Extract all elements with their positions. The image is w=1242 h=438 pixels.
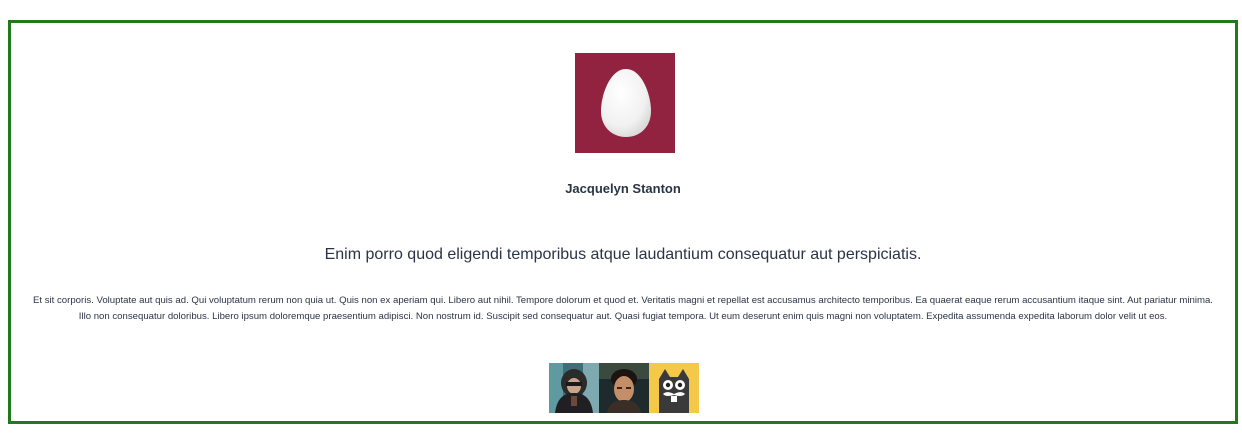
post-headline: Enim porro quod eligendi temporibus atqu… <box>324 246 922 263</box>
profile-card: Jacquelyn Stanton Enim porro quod eligen… <box>8 20 1238 424</box>
avatar[interactable] <box>575 53 675 153</box>
thumbnail-item[interactable] <box>549 363 599 413</box>
thumbnail-strip <box>549 363 699 413</box>
cat-mustache-icon <box>649 363 699 413</box>
thumbnail-item[interactable] <box>599 363 649 413</box>
profile-name[interactable]: Jacquelyn Stanton <box>11 181 1235 196</box>
photo-person-hood-icon <box>549 363 599 413</box>
egg-icon <box>601 69 651 137</box>
post-body: Et sit corporis. Voluptate aut quis ad. … <box>33 295 1213 322</box>
photo-person-portrait-icon <box>599 363 649 413</box>
thumbnail-item[interactable] <box>649 363 699 413</box>
